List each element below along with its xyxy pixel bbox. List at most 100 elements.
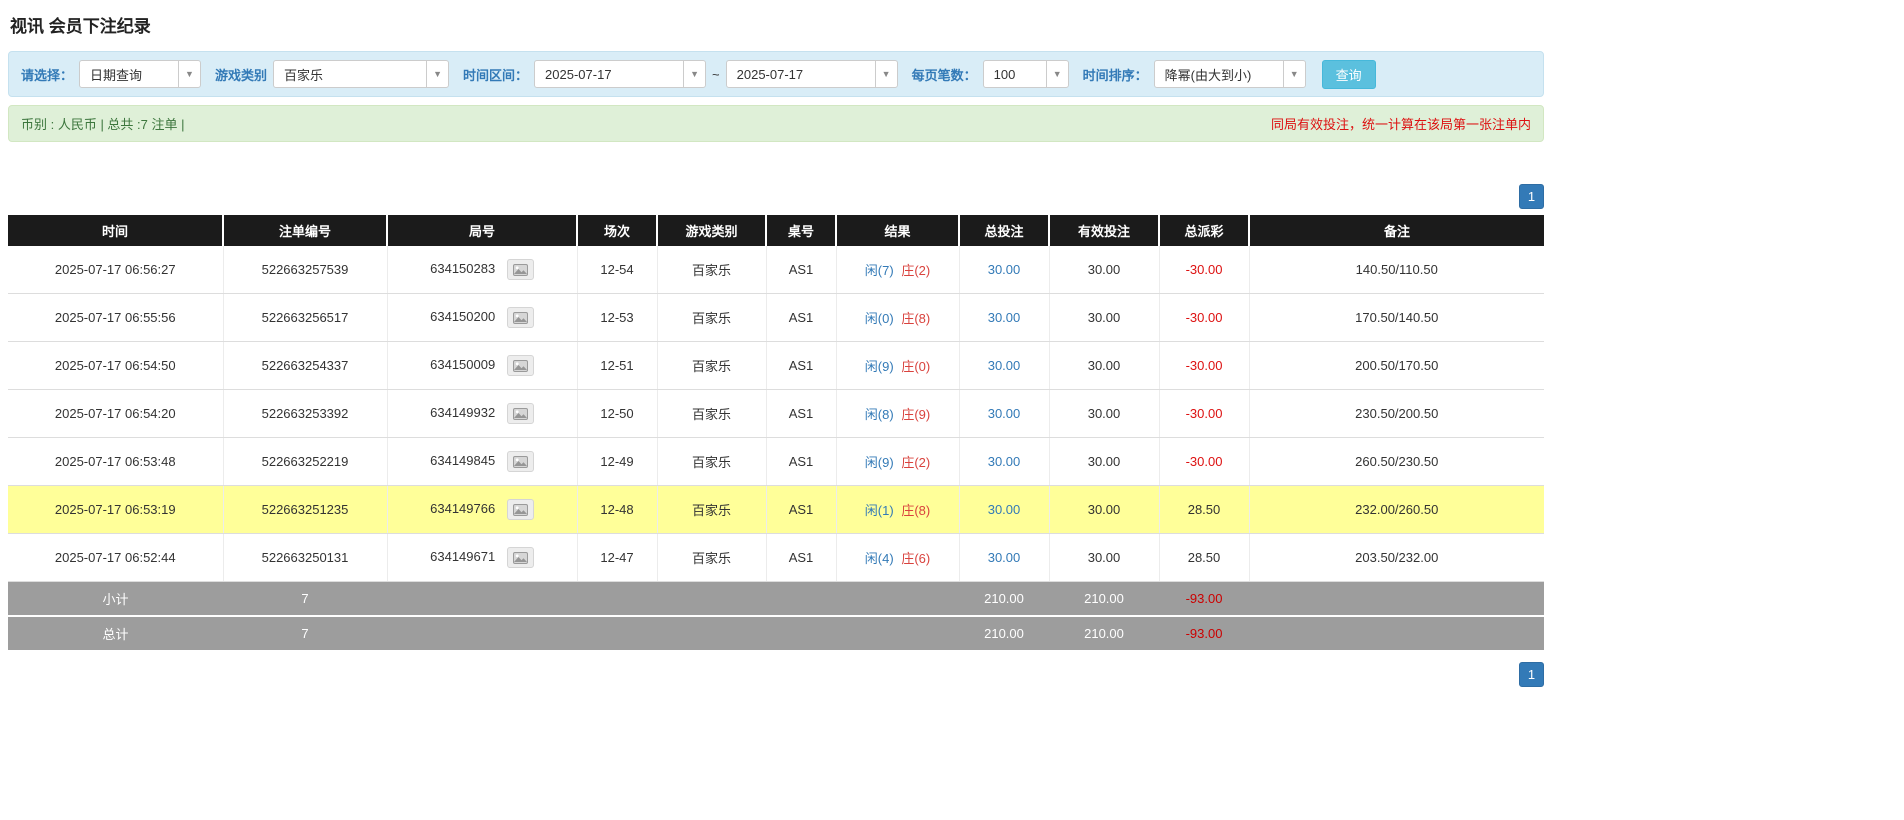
- grand-total-count: 7: [223, 616, 387, 651]
- cell-payout: -30.00: [1159, 438, 1249, 486]
- table-row: 2025-07-17 06:53:48 522663252219 6341498…: [8, 438, 1544, 486]
- cell-payout: 28.50: [1159, 486, 1249, 534]
- chevron-down-icon[interactable]: ▼: [683, 61, 705, 87]
- result-banker: 庄(2): [901, 455, 930, 470]
- table-row: 2025-07-17 06:54:50 522663254337 6341500…: [8, 342, 1544, 390]
- total-bet-link[interactable]: 30.00: [988, 454, 1021, 469]
- query-type-combobox[interactable]: 日期查询 ▼: [79, 60, 201, 88]
- game-type-combobox[interactable]: 百家乐 ▼: [273, 60, 449, 88]
- view-replay-button[interactable]: [507, 307, 534, 328]
- cell-result: 闲(0) 庄(8): [836, 294, 959, 342]
- per-page-combobox[interactable]: 100 ▼: [983, 60, 1069, 88]
- cell-total-bet: 30.00: [959, 534, 1049, 582]
- pagination-bottom: 1: [8, 662, 1544, 687]
- cell-table-no: AS1: [766, 294, 836, 342]
- cell-result: 闲(8) 庄(9): [836, 390, 959, 438]
- cell-note: 260.50/230.50: [1249, 438, 1544, 486]
- chevron-down-icon[interactable]: ▼: [426, 61, 448, 87]
- cell-time: 2025-07-17 06:53:48: [8, 438, 223, 486]
- chevron-down-icon[interactable]: ▼: [178, 61, 200, 87]
- cell-payout: -30.00: [1159, 294, 1249, 342]
- cell-note: 230.50/200.50: [1249, 390, 1544, 438]
- cell-time: 2025-07-17 06:54:50: [8, 342, 223, 390]
- filter-bar: 请选择： 日期查询 ▼ 游戏类别 百家乐 ▼ 时间区间： 2025-07-17 …: [8, 51, 1544, 97]
- cell-table-no: AS1: [766, 342, 836, 390]
- cell-result: 闲(9) 庄(2): [836, 438, 959, 486]
- col-header-round: 局号: [387, 215, 577, 246]
- cell-game-type: 百家乐: [657, 438, 766, 486]
- cell-round: 634150200: [387, 294, 577, 342]
- cell-total-bet: 30.00: [959, 486, 1049, 534]
- time-sort-combobox[interactable]: 降幂(由大到小) ▼: [1154, 60, 1306, 88]
- cell-round: 634150009: [387, 342, 577, 390]
- cell-total-bet: 30.00: [959, 390, 1049, 438]
- cell-session: 12-50: [577, 390, 657, 438]
- pagination-top: 1: [8, 184, 1544, 209]
- cell-time: 2025-07-17 06:56:27: [8, 246, 223, 294]
- cell-bet-id: 522663257539: [223, 246, 387, 294]
- total-bet-link[interactable]: 30.00: [988, 358, 1021, 373]
- game-type-label: 游戏类别: [215, 65, 267, 84]
- total-bet-link[interactable]: 30.00: [988, 310, 1021, 325]
- result-banker: 庄(6): [901, 551, 930, 566]
- subtotal-valid-bet: 210.00: [1049, 582, 1159, 617]
- cell-note: 200.50/170.50: [1249, 342, 1544, 390]
- cell-session: 12-49: [577, 438, 657, 486]
- date-to-combobox[interactable]: 2025-07-17 ▼: [726, 60, 898, 88]
- cell-bet-id: 522663252219: [223, 438, 387, 486]
- subtotal-row: 小计 7 210.00 210.00 -93.00: [8, 582, 1544, 617]
- date-from-combobox[interactable]: 2025-07-17 ▼: [534, 60, 706, 88]
- search-button[interactable]: 查询: [1322, 60, 1376, 89]
- cell-round: 634149766: [387, 486, 577, 534]
- result-banker: 庄(8): [901, 311, 930, 326]
- view-replay-button[interactable]: [507, 499, 534, 520]
- replay-image-icon: [513, 264, 528, 276]
- cell-time: 2025-07-17 06:55:56: [8, 294, 223, 342]
- pagination-page-button[interactable]: 1: [1519, 662, 1544, 687]
- cell-result: 闲(9) 庄(0): [836, 342, 959, 390]
- table-row: 2025-07-17 06:53:19 522663251235 6341497…: [8, 486, 1544, 534]
- subtotal-total-bet: 210.00: [959, 582, 1049, 617]
- cell-bet-id: 522663254337: [223, 342, 387, 390]
- chevron-down-icon[interactable]: ▼: [1283, 61, 1305, 87]
- view-replay-button[interactable]: [507, 547, 534, 568]
- query-type-value: 日期查询: [80, 61, 178, 87]
- view-replay-button[interactable]: [507, 355, 534, 376]
- total-bet-link[interactable]: 30.00: [988, 550, 1021, 565]
- total-bet-link[interactable]: 30.00: [988, 502, 1021, 517]
- table-row: 2025-07-17 06:56:27 522663257539 6341502…: [8, 246, 1544, 294]
- pagination-page-button[interactable]: 1: [1519, 184, 1544, 209]
- col-header-session: 场次: [577, 215, 657, 246]
- cell-table-no: AS1: [766, 390, 836, 438]
- cell-round: 634149932: [387, 390, 577, 438]
- cell-note: 140.50/110.50: [1249, 246, 1544, 294]
- round-number: 634149671: [430, 549, 495, 564]
- query-type-label: 请选择：: [21, 65, 73, 84]
- cell-game-type: 百家乐: [657, 246, 766, 294]
- view-replay-button[interactable]: [507, 403, 534, 424]
- cell-bet-id: 522663253392: [223, 390, 387, 438]
- chevron-down-icon[interactable]: ▼: [875, 61, 897, 87]
- result-player: 闲(7): [865, 263, 894, 278]
- round-number: 634150200: [430, 309, 495, 324]
- view-replay-button[interactable]: [507, 451, 534, 472]
- subtotal-payout: -93.00: [1159, 582, 1249, 617]
- cell-payout: -30.00: [1159, 390, 1249, 438]
- replay-image-icon: [513, 408, 528, 420]
- result-player: 闲(9): [865, 359, 894, 374]
- replay-image-icon: [513, 456, 528, 468]
- round-number: 634150009: [430, 357, 495, 372]
- result-banker: 庄(9): [901, 407, 930, 422]
- total-bet-link[interactable]: 30.00: [988, 406, 1021, 421]
- total-bet-link[interactable]: 30.00: [988, 262, 1021, 277]
- cell-time: 2025-07-17 06:53:19: [8, 486, 223, 534]
- replay-image-icon: [513, 552, 528, 564]
- col-header-payout: 总派彩: [1159, 215, 1249, 246]
- chevron-down-icon[interactable]: ▼: [1046, 61, 1068, 87]
- cell-session: 12-54: [577, 246, 657, 294]
- cell-bet-id: 522663256517: [223, 294, 387, 342]
- cell-table-no: AS1: [766, 438, 836, 486]
- time-sort-label: 时间排序：: [1083, 65, 1148, 84]
- view-replay-button[interactable]: [507, 259, 534, 280]
- cell-time: 2025-07-17 06:54:20: [8, 390, 223, 438]
